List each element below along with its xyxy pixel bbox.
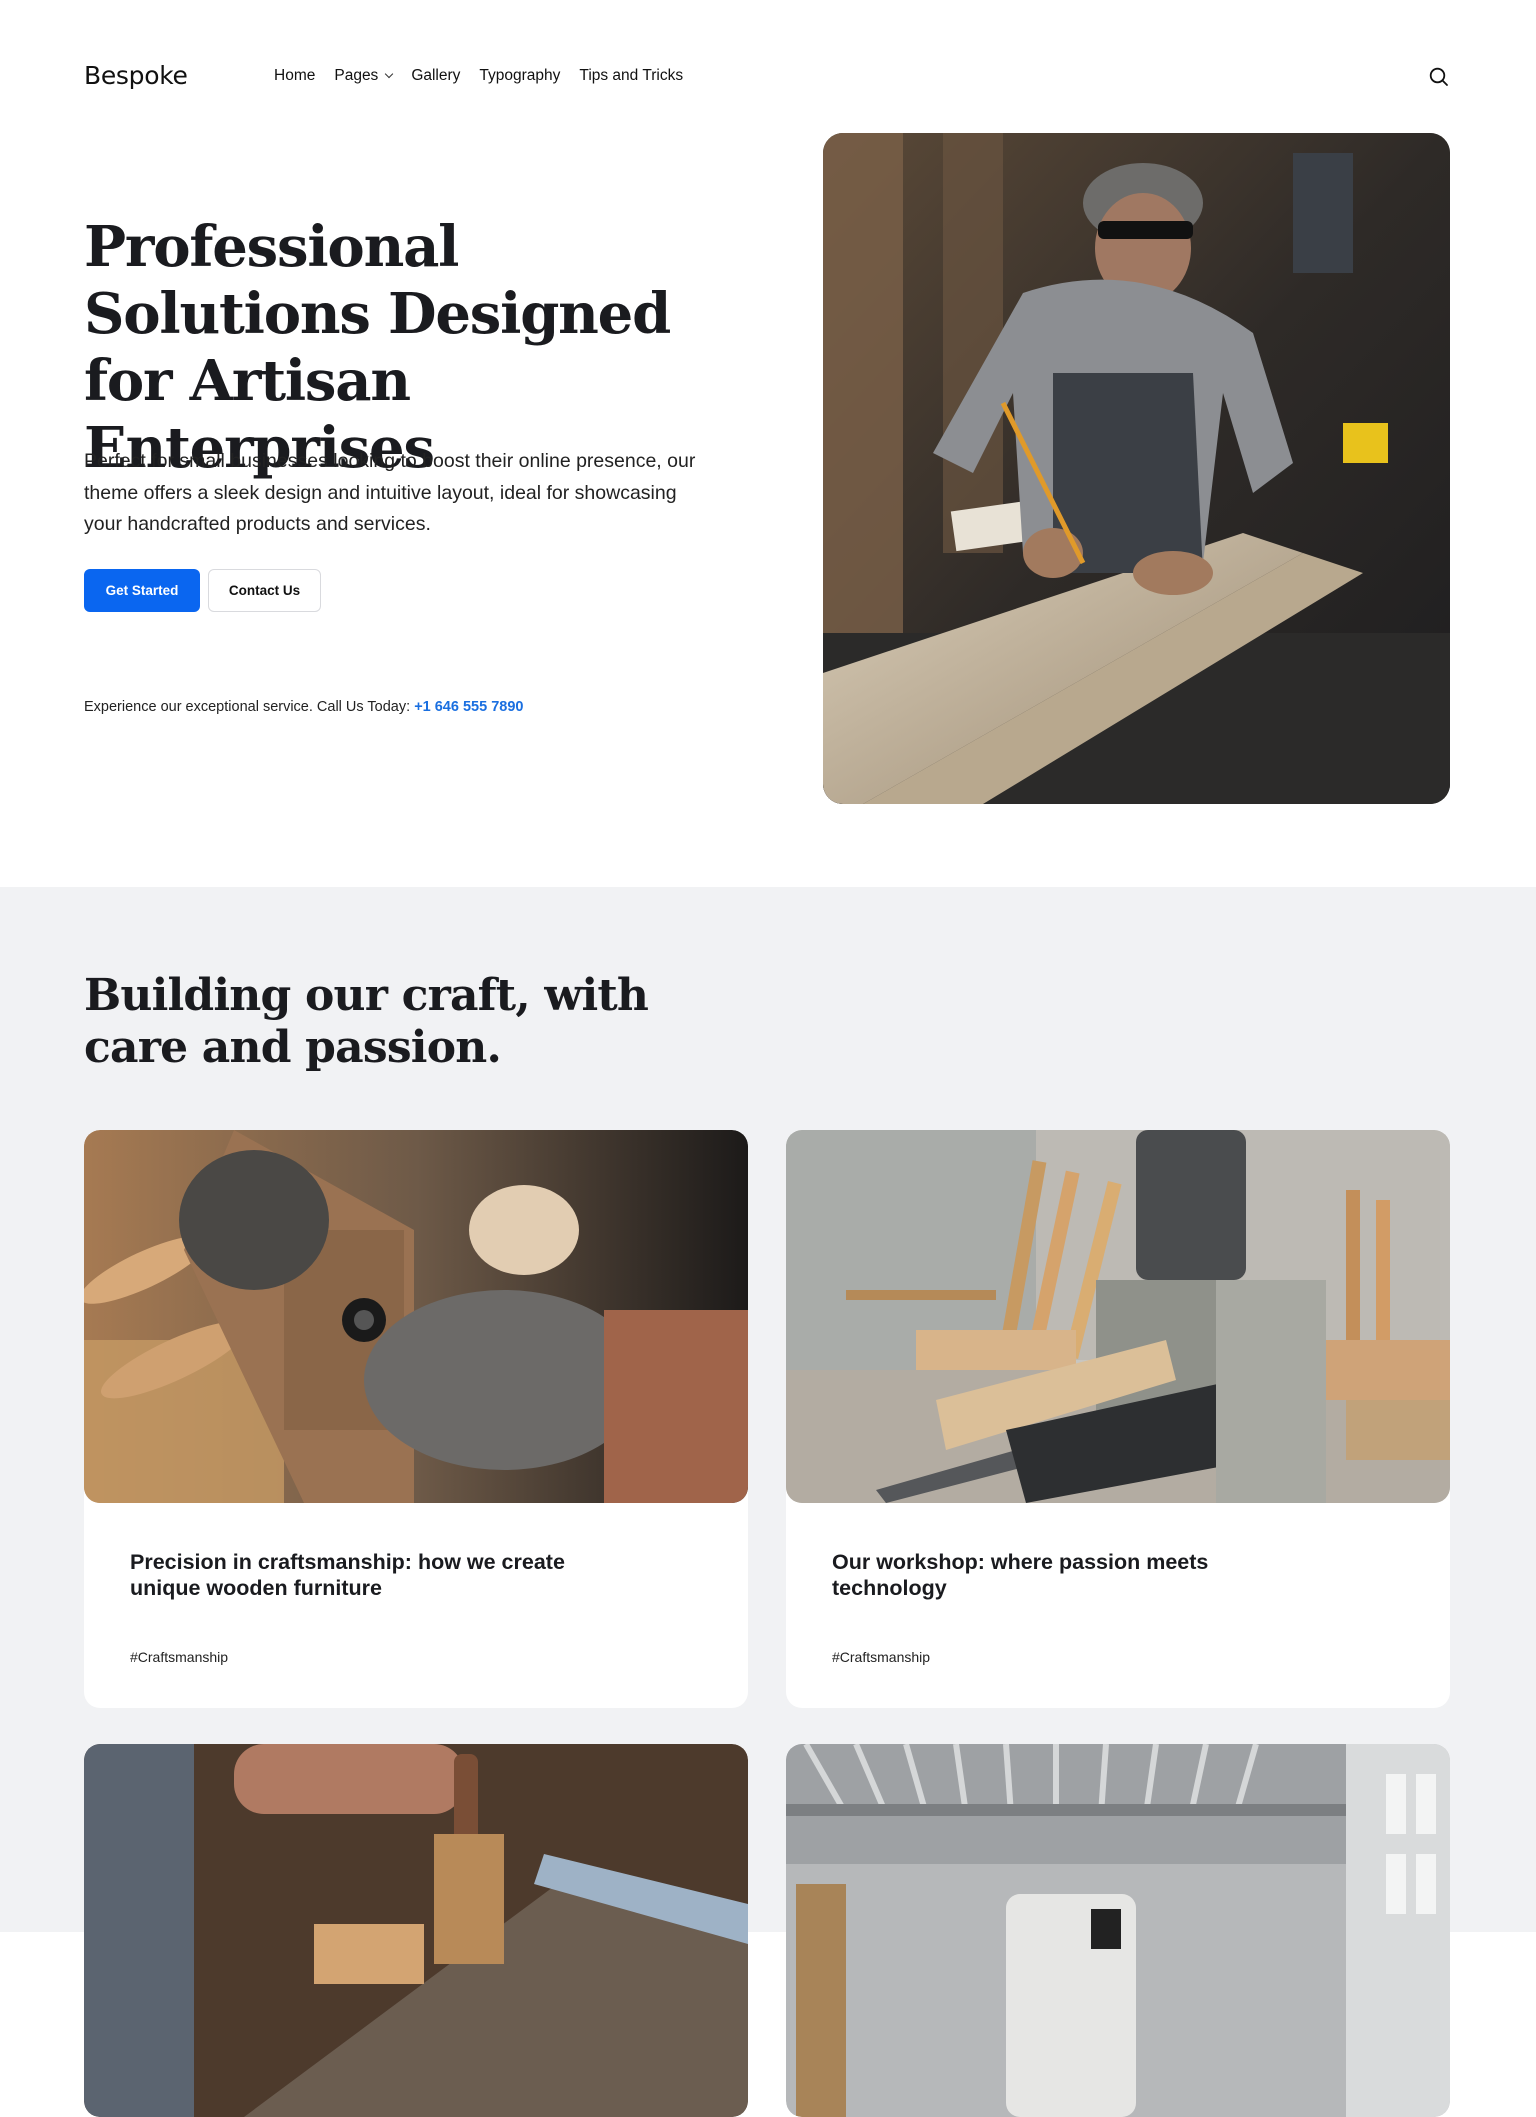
- hero-description: Perfect for small businesses looking to …: [84, 450, 696, 535]
- workshop-machine-photo: [786, 1130, 1450, 1503]
- card-image: [84, 1130, 748, 1503]
- contact-us-button[interactable]: Contact Us: [208, 569, 321, 612]
- card-title[interactable]: Precision in craftsmanship: how we creat…: [130, 1549, 590, 1601]
- main-nav: Home Pages Gallery Typography Tips and T…: [274, 67, 683, 85]
- blog-card[interactable]: Precision in craftsmanship: how we creat…: [84, 1130, 748, 1708]
- hero-image: [823, 133, 1450, 804]
- blog-section: Building our craft, with care and passio…: [0, 887, 1536, 2117]
- hero-title: Professional Solutions Designed for Arti…: [84, 214, 671, 481]
- industrial-workshop-photo: [786, 1744, 1450, 2117]
- search-icon: [1429, 67, 1448, 86]
- get-started-button[interactable]: Get Started: [84, 569, 200, 612]
- nav-label: Pages: [334, 67, 379, 84]
- section-title: Building our craft, with care and passio…: [84, 970, 649, 1073]
- chevron-down-icon: [385, 69, 394, 79]
- card-body: Our workshop: where passion meets techno…: [786, 1503, 1450, 1708]
- nav-label: Typography: [479, 67, 561, 84]
- planing-wood-photo: [84, 1130, 748, 1503]
- card-image: [786, 1744, 1450, 2117]
- call-us-text: Experience our exceptional service. Call…: [84, 699, 415, 715]
- nav-item-pages[interactable]: Pages: [334, 67, 394, 85]
- phone-link[interactable]: +1 646 555 7890: [414, 699, 523, 715]
- site-logo[interactable]: Bespoke: [84, 61, 188, 90]
- nav-label: Gallery: [411, 67, 461, 84]
- search-button[interactable]: [1428, 66, 1450, 88]
- card-image: [84, 1744, 748, 2117]
- nav-item-tips-and-tricks[interactable]: Tips and Tricks: [579, 67, 683, 85]
- call-us-line: Experience our exceptional service. Call…: [84, 699, 523, 715]
- blog-card[interactable]: Our workshop: where passion meets techno…: [786, 1130, 1450, 1708]
- card-tag[interactable]: #Craftsmanship: [832, 1649, 1404, 1665]
- card-body: Precision in craftsmanship: how we creat…: [84, 1503, 748, 1708]
- card-tag[interactable]: #Craftsmanship: [130, 1649, 702, 1665]
- nav-item-home[interactable]: Home: [274, 67, 315, 85]
- blog-card[interactable]: [84, 1744, 748, 2117]
- nav-label: Tips and Tricks: [579, 67, 684, 84]
- nav-item-gallery[interactable]: Gallery: [411, 67, 460, 85]
- chisel-mallet-photo: [84, 1744, 748, 2117]
- blog-card[interactable]: [786, 1744, 1450, 2117]
- card-image: [786, 1130, 1450, 1503]
- site-header: Bespoke Home Pages Gallery Typography Ti…: [0, 0, 1536, 152]
- nav-item-typography[interactable]: Typography: [479, 67, 560, 85]
- craftsman-photo: [823, 133, 1450, 804]
- card-title[interactable]: Our workshop: where passion meets techno…: [832, 1549, 1292, 1601]
- hero-buttons: Get Started Contact Us: [84, 569, 321, 612]
- nav-label: Home: [274, 67, 316, 84]
